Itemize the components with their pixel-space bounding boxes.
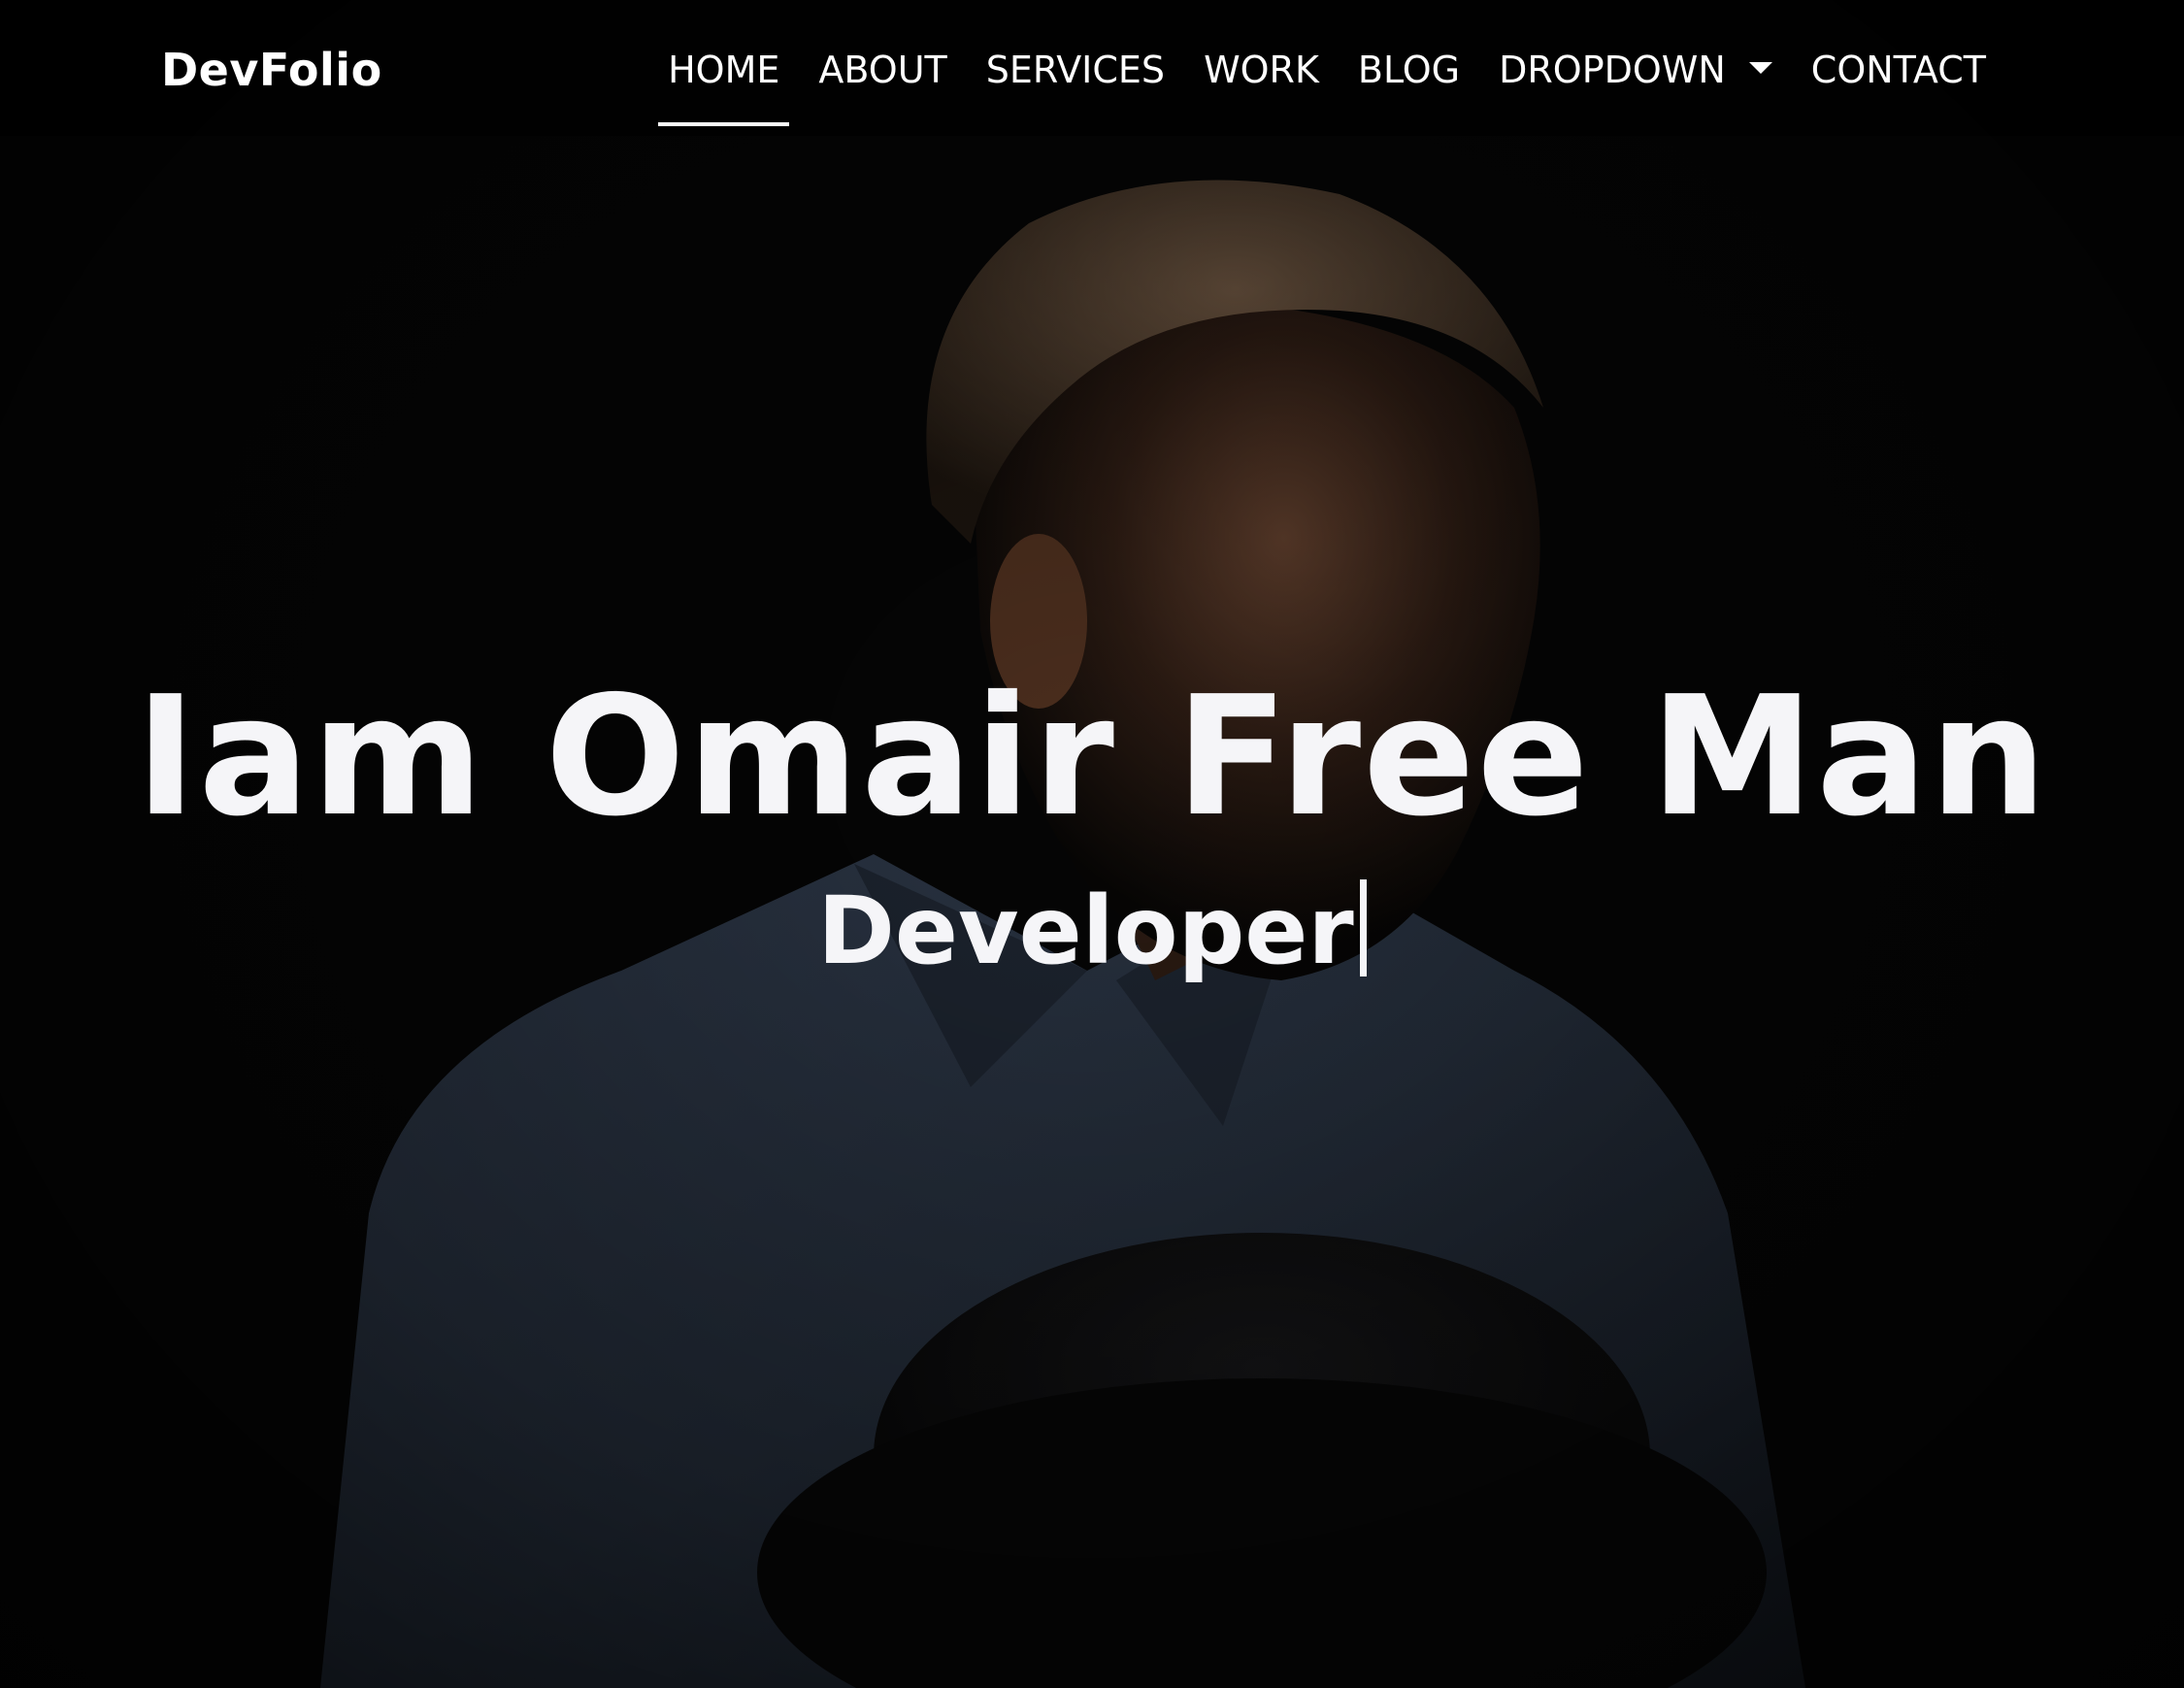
nav-item-work[interactable]: WORK (1184, 39, 1339, 101)
nav-item-label: HOME (668, 49, 780, 91)
hero-content: Iam Omair Free Man Developer (0, 650, 2184, 994)
page: DevFolio HOME ABOUT SERVICES WORK BLOG D… (0, 0, 2184, 1688)
nav-item-label: WORK (1204, 49, 1319, 91)
nav-item-services[interactable]: SERVICES (967, 39, 1184, 101)
typing-cursor (1359, 879, 1367, 976)
hero-subtitle: Developer (0, 868, 2184, 994)
caret-down-icon (1748, 62, 1772, 74)
brand-logo-link[interactable]: DevFolio (161, 39, 382, 101)
nav-item-label: CONTACT (1810, 49, 1986, 91)
nav-item-label: BLOG (1357, 49, 1461, 91)
nav-item-blog[interactable]: BLOG (1339, 39, 1479, 101)
nav-item-dropdown[interactable]: DROPDOWN (1479, 39, 1792, 101)
typed-role-text: Developer (817, 877, 1354, 985)
nav-menu: HOME ABOUT SERVICES WORK BLOG DROPDOWN C… (648, 39, 2005, 126)
nav-item-label: SERVICES (985, 49, 1166, 91)
navbar: DevFolio HOME ABOUT SERVICES WORK BLOG D… (0, 0, 2184, 136)
nav-item-label: ABOUT (818, 49, 947, 91)
nav-item-about[interactable]: ABOUT (799, 39, 966, 101)
nav-item-contact[interactable]: CONTACT (1792, 39, 2005, 101)
nav-item-home[interactable]: HOME (648, 39, 799, 126)
hero-title: Iam Omair Free Man (135, 661, 2049, 853)
nav-item-label: DROPDOWN (1499, 49, 1726, 91)
